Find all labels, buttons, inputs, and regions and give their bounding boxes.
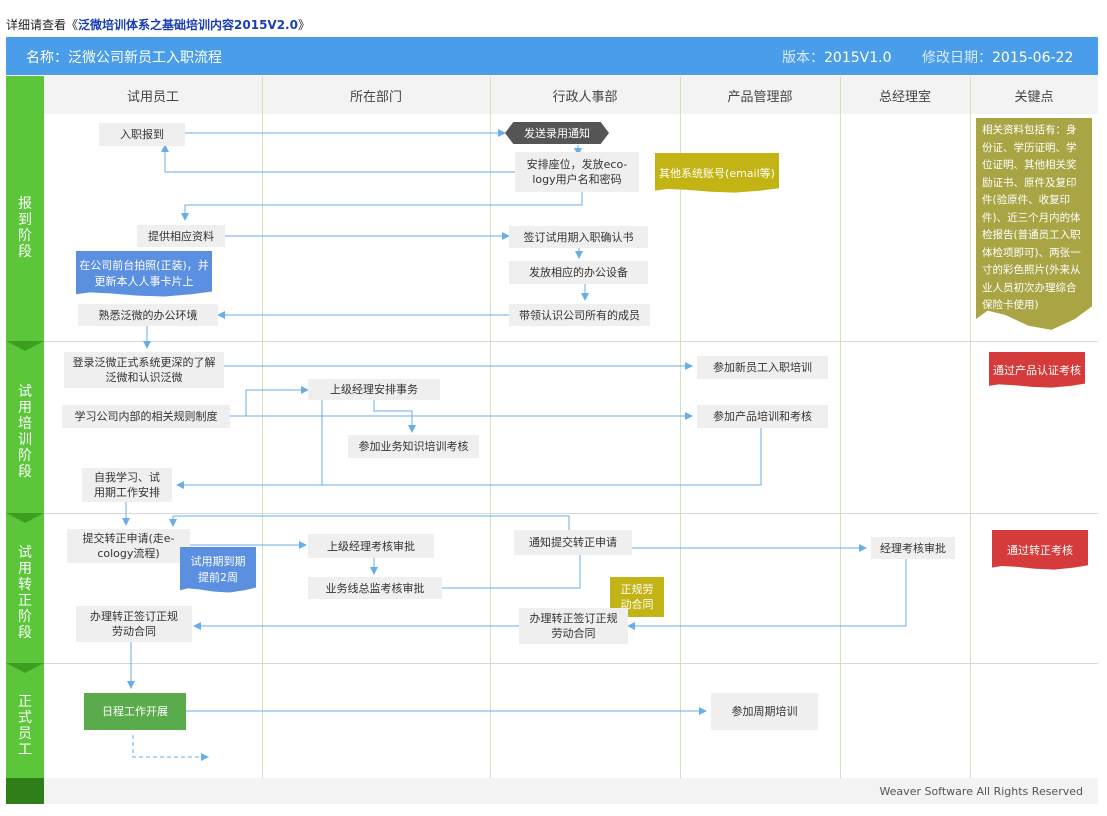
node-familiarize: 熟悉泛微的办公环境	[78, 304, 218, 326]
node-arrange-seat: 安排座位，发放eco-logy用户名和密码	[515, 152, 639, 192]
node-learn-rules: 学习公司内部的相关规则制度	[62, 405, 230, 428]
node-emp-process: 办理转正签订正规劳动合同	[76, 606, 192, 642]
node-new-training: 参加新员工入职培训	[697, 356, 828, 379]
node-self-study: 自我学习、试用期工作安排	[82, 468, 172, 502]
node-send-notice: 发送录用通知	[505, 122, 609, 144]
node-periodic-training: 参加周期培训	[711, 693, 818, 730]
keypoint-cert-exam: 通过产品认证考核	[989, 352, 1085, 388]
node-login-system: 登录泛微正式系统更深的了解泛微和认识泛微	[64, 352, 224, 388]
node-business-exam: 参加业务知识培训考核	[348, 435, 479, 458]
node-issue-equipment: 发放相应的办公设备	[509, 261, 648, 284]
node-provide-docs: 提供相应资料	[137, 225, 225, 247]
node-notify-submit: 通知提交转正申请	[514, 530, 632, 555]
node-lead-meet: 带领认识公司所有的成员	[509, 304, 650, 326]
node-manager-arrange: 上级经理安排事务	[308, 379, 440, 400]
node-sign-confirm: 签订试用期入职确认书	[509, 226, 648, 248]
note-trial-due: 试用期到期提前2周	[180, 547, 256, 593]
node-manager-review: 上级经理考核审批	[308, 534, 434, 558]
node-product-training: 参加产品培训和考核	[697, 405, 828, 428]
keypoint-documents: 相关资料包括有：身份证、学历证明、学位证明、其他相关奖励证书、原件及复印件(验原…	[976, 118, 1092, 330]
note-photo: 在公司前台拍照(正装)，并更新本人人事卡片上	[76, 251, 212, 297]
node-line-director: 业务线总监考核审批	[308, 577, 442, 599]
footer: Weaver Software All Rights Reserved	[44, 778, 1098, 804]
node-hr-process: 办理转正签订正规劳动合同	[519, 608, 628, 644]
node-report-in: 入职报到	[99, 123, 185, 146]
node-daily-work: 日程工作开展	[84, 693, 186, 730]
node-submit-request: 提交转正申请(走e-cology流程)	[67, 529, 190, 563]
note-other-accounts: 其他系统账号(email等)	[655, 153, 779, 193]
node-gm-review: 经理考核审批	[871, 537, 955, 559]
keypoint-regular-exam: 通过转正考核	[992, 530, 1088, 570]
copyright-text: Weaver Software All Rights Reserved	[879, 785, 1083, 798]
